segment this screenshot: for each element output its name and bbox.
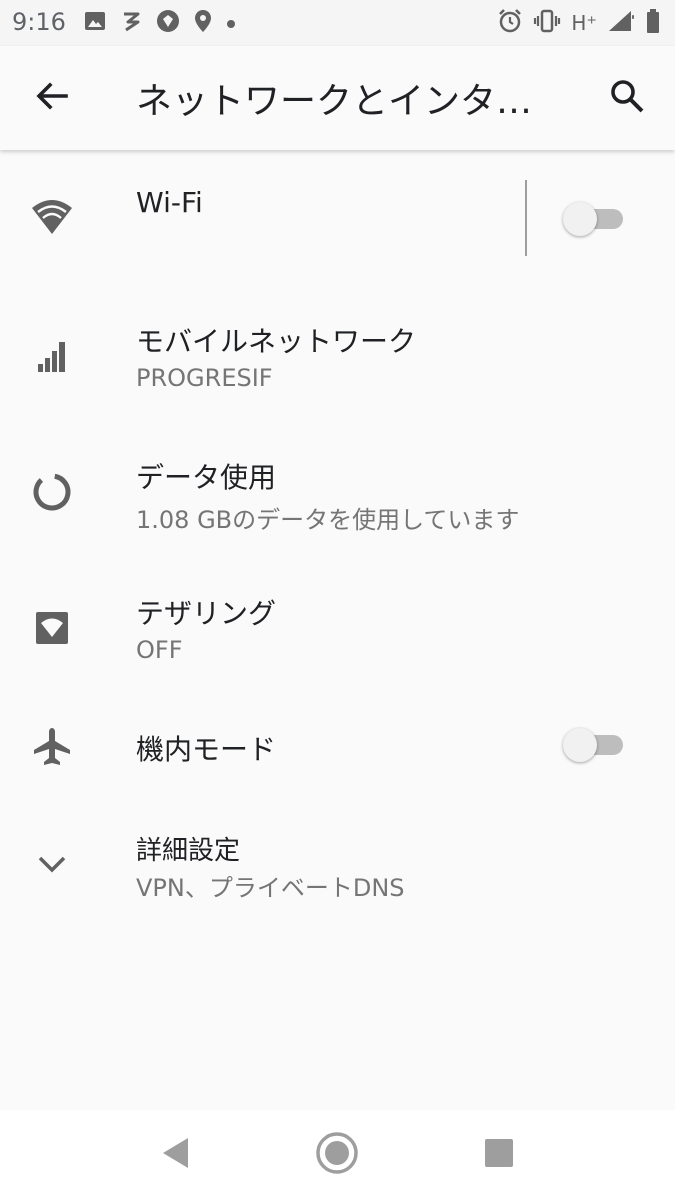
location-icon: [194, 9, 212, 37]
data-usage-icon: [30, 470, 74, 514]
search-icon: [609, 78, 645, 118]
airplane-icon: [30, 724, 74, 768]
wifi-divider: [525, 180, 527, 256]
nav-back-button[interactable]: [152, 1132, 198, 1178]
network-type-label: H⁺: [571, 11, 597, 35]
advanced-subtitle: VPN、プライベートDNS: [136, 874, 405, 902]
alarm-icon: [497, 8, 523, 38]
home-circle-icon: [315, 1131, 359, 1179]
list-item-tethering[interactable]: テザリング OFF: [0, 562, 675, 698]
tethering-title: テザリング: [136, 597, 277, 630]
list-item-data-usage[interactable]: データ使用 1.08 GBのデータを使用しています: [0, 426, 675, 562]
dot-icon: [226, 14, 236, 33]
system-icons: H⁺: [497, 8, 661, 38]
airplane-mode-title: 機内モード: [136, 733, 277, 766]
page-title: ネットワークとインターネット: [136, 81, 546, 122]
image-icon: [84, 10, 106, 36]
recents-square-icon: [484, 1138, 514, 1172]
status-bar: 9:16 H⁺: [0, 0, 675, 46]
back-button[interactable]: [30, 76, 74, 120]
signal-icon: [607, 9, 635, 37]
search-button[interactable]: [605, 76, 649, 120]
wifi-toggle[interactable]: [563, 198, 625, 238]
data-usage-title: データ使用: [136, 461, 277, 494]
nav-home-button[interactable]: [314, 1132, 360, 1178]
notification-icons: [84, 10, 236, 36]
list-item-wifi[interactable]: Wi-Fi: [0, 150, 675, 290]
cast-icon: [120, 10, 142, 36]
tethering-subtitle: OFF: [136, 636, 183, 664]
mobile-network-title: モバイルネットワーク: [136, 325, 417, 358]
mobile-network-subtitle: PROGRESIF: [136, 364, 273, 392]
advanced-title: 詳細設定: [136, 836, 241, 866]
battery-icon: [645, 8, 661, 38]
cell-signal-icon: [30, 334, 74, 378]
status-time: 9:16: [12, 8, 66, 36]
hotspot-icon: [30, 606, 74, 650]
list-item-mobile-network[interactable]: モバイルネットワーク PROGRESIF: [0, 290, 675, 426]
wifi-icon: [30, 196, 74, 240]
list-item-advanced[interactable]: 詳細設定 VPN、プライベートDNS: [0, 834, 675, 954]
airplane-mode-toggle[interactable]: [563, 724, 625, 764]
chevron-down-icon: [30, 842, 74, 886]
back-triangle-icon: [160, 1136, 190, 1174]
vibrate-icon: [533, 9, 561, 37]
app-icon: [156, 9, 180, 37]
list-item-airplane-mode[interactable]: 機内モード: [0, 698, 675, 834]
navigation-bar: [0, 1110, 675, 1200]
data-usage-subtitle: 1.08 GBのデータを使用しています: [136, 506, 520, 534]
wifi-title: Wi-Fi: [136, 186, 203, 219]
app-bar: ネットワークとインターネット: [0, 46, 675, 150]
back-arrow-icon: [34, 78, 70, 118]
nav-recents-button[interactable]: [476, 1132, 522, 1178]
